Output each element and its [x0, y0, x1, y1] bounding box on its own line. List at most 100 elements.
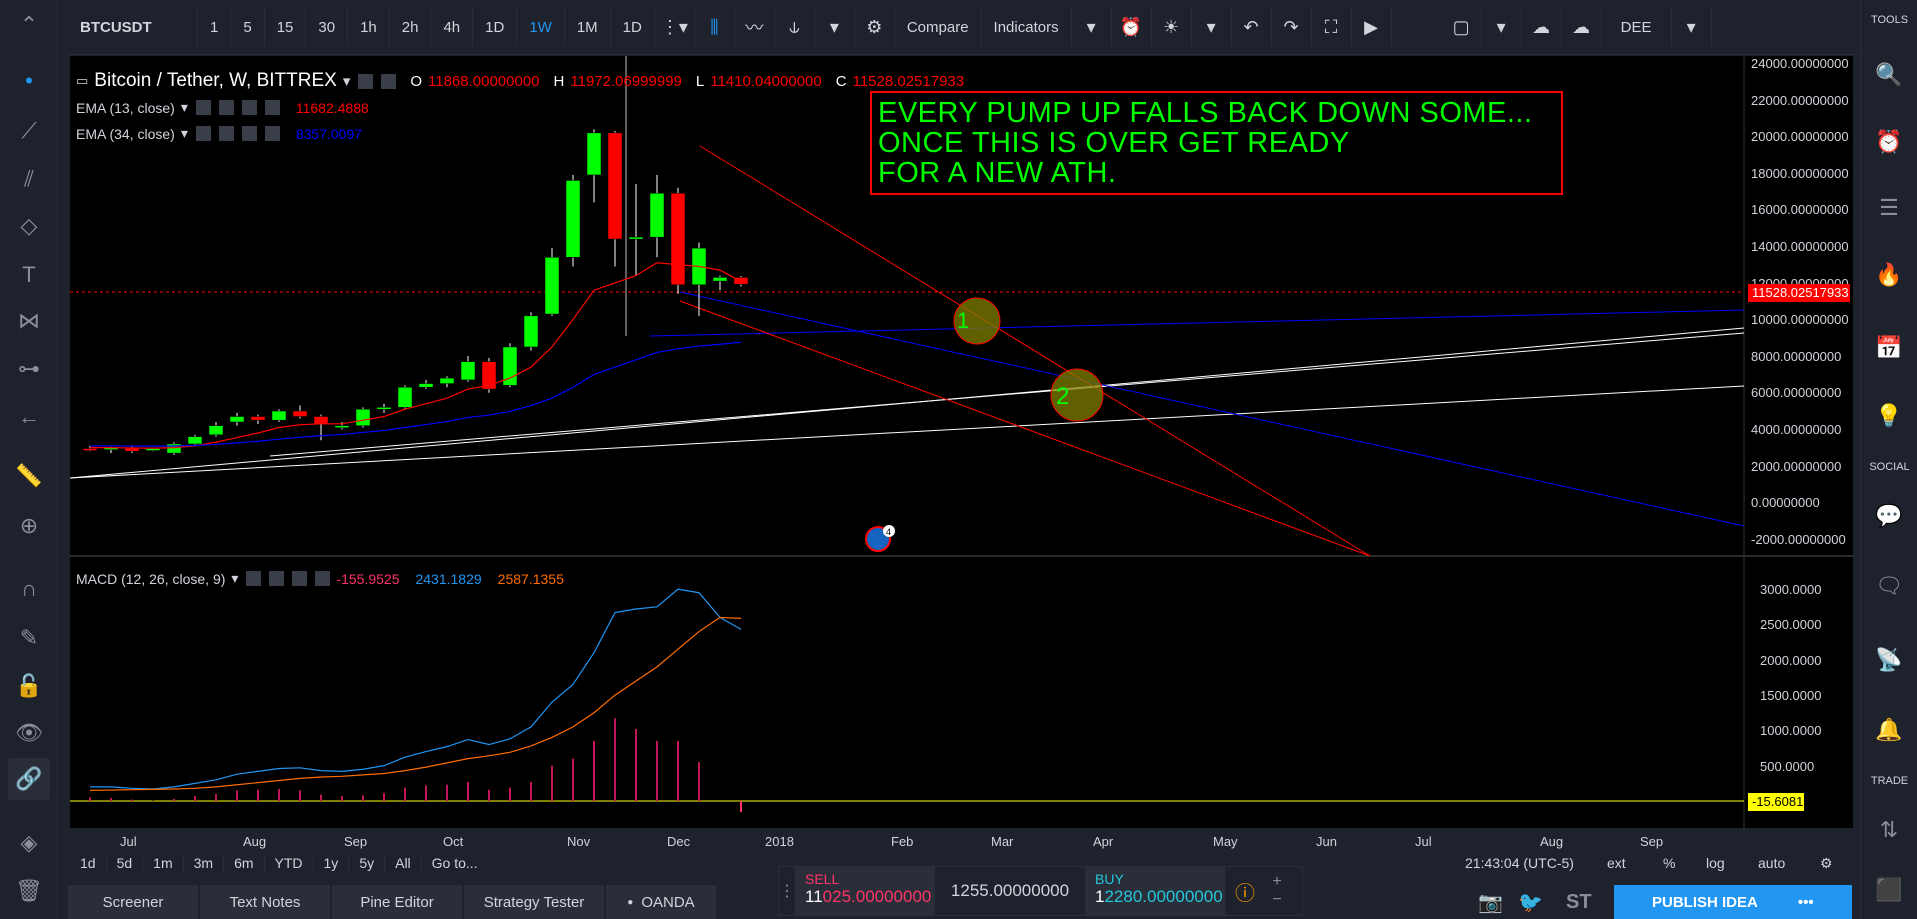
- magnet-icon[interactable]: ∩: [8, 568, 50, 610]
- interval-1[interactable]: 1: [198, 7, 232, 47]
- flame-icon[interactable]: 🔥: [1868, 255, 1910, 295]
- tab-screener[interactable]: Screener: [68, 885, 198, 919]
- info-icon[interactable]: ⓘ: [1225, 867, 1265, 915]
- eye-toggle-icon[interactable]: [195, 126, 211, 141]
- indicators-button[interactable]: Indicators: [982, 7, 1072, 47]
- range-all[interactable]: All: [385, 854, 422, 872]
- bar-style-icon[interactable]: ⫝: [775, 7, 815, 47]
- chevron-down-icon[interactable]: ▾: [815, 7, 855, 47]
- eye-toggle-icon[interactable]: [195, 100, 211, 115]
- add-icon[interactable]: [292, 571, 308, 586]
- stocktwits-icon[interactable]: ST: [1566, 891, 1592, 914]
- trendline-icon[interactable]: ⟋: [8, 110, 50, 152]
- range-5d[interactable]: 5d: [107, 854, 144, 872]
- tab-pine-editor[interactable]: Pine Editor: [332, 885, 462, 919]
- symbol-search[interactable]: BTCUSDT: [68, 7, 198, 47]
- ema13-label[interactable]: EMA (13, close): [76, 100, 175, 116]
- ruler-icon[interactable]: 📏: [8, 455, 50, 497]
- chart-type-icon[interactable]: 〰: [735, 7, 775, 47]
- settings-toggle-icon[interactable]: [269, 571, 285, 586]
- replay-icon[interactable]: ▶: [1352, 7, 1392, 47]
- redo-icon[interactable]: ↷: [1272, 7, 1312, 47]
- ellipse-icon[interactable]: ◇: [8, 205, 50, 247]
- pencil-lock-icon[interactable]: ✎: [8, 617, 50, 659]
- plus-icon[interactable]: +: [1272, 873, 1281, 891]
- close-icon[interactable]: [264, 126, 280, 141]
- pattern-icon[interactable]: ⋈: [8, 300, 50, 342]
- add-icon[interactable]: [241, 126, 257, 141]
- calendar-icon[interactable]: 📅: [1868, 328, 1910, 368]
- zoom-icon[interactable]: ⊕: [8, 505, 50, 547]
- minus-icon[interactable]: −: [1272, 891, 1281, 909]
- chevron-down-icon[interactable]: ▾: [1192, 7, 1232, 47]
- tab-oanda[interactable]: ● OANDA: [606, 885, 716, 919]
- bulb-icon[interactable]: ☀: [1152, 7, 1192, 47]
- layers-icon[interactable]: ◈: [8, 822, 50, 864]
- range-1m[interactable]: 1m: [143, 854, 184, 872]
- lightbulb-icon[interactable]: 💡: [1868, 396, 1910, 436]
- broker-icon[interactable]: ⬛: [1868, 870, 1910, 910]
- compare-button[interactable]: Compare: [895, 7, 982, 47]
- more-intervals-icon[interactable]: ⋮▾: [655, 7, 695, 47]
- text-annotation[interactable]: EVERY PUMP UP FALLS BACK DOWN SOME... ON…: [870, 91, 1563, 195]
- twitter-icon[interactable]: 🐦: [1518, 890, 1543, 915]
- tab-text-notes[interactable]: Text Notes: [200, 885, 330, 919]
- chevron-down-icon[interactable]: ▾: [1072, 7, 1112, 47]
- interval-1h[interactable]: 1h: [348, 7, 390, 47]
- eye-toggle-icon[interactable]: [358, 73, 374, 89]
- range-1d[interactable]: 1d: [70, 854, 107, 872]
- chevron-down-icon[interactable]: ▾: [343, 72, 351, 90]
- undo-icon[interactable]: ↶: [1232, 7, 1272, 47]
- fullscreen-icon[interactable]: ⛶: [1312, 7, 1352, 47]
- eye-toggle-icon[interactable]: [246, 571, 262, 586]
- settings-toggle-icon[interactable]: [381, 73, 397, 89]
- measure-icon[interactable]: ⊶: [8, 348, 50, 390]
- list-icon[interactable]: ☰: [1868, 188, 1910, 228]
- percent-toggle[interactable]: %: [1663, 852, 1675, 874]
- log-toggle[interactable]: log: [1706, 852, 1725, 874]
- auto-toggle[interactable]: auto: [1758, 852, 1785, 874]
- interval-15[interactable]: 15: [265, 7, 307, 47]
- range-ytd[interactable]: YTD: [265, 854, 314, 872]
- publish-idea-button[interactable]: PUBLISH IDEA •••: [1614, 885, 1852, 919]
- close-icon[interactable]: [264, 100, 280, 115]
- macd-label[interactable]: MACD (12, 26, close, 9): [76, 571, 225, 587]
- tab-strategy-tester[interactable]: Strategy Tester: [464, 885, 604, 919]
- interval-1d-alt[interactable]: 1D: [611, 7, 655, 47]
- more-icon[interactable]: •••: [1798, 894, 1814, 911]
- chat-icon[interactable]: 💬: [1868, 496, 1910, 536]
- chevron-down-icon[interactable]: ▾: [181, 125, 188, 142]
- clock[interactable]: 21:43:04 (UTC-5): [1465, 852, 1574, 874]
- goto-date[interactable]: Go to...: [422, 854, 488, 872]
- candles-icon[interactable]: ⫼: [695, 7, 735, 47]
- pitchfork-icon[interactable]: ⫽: [8, 158, 50, 200]
- settings-toggle-icon[interactable]: [218, 126, 234, 141]
- text-tool-icon[interactable]: T: [8, 254, 50, 296]
- collapse-legend-icon[interactable]: ▭: [76, 73, 88, 89]
- cloud-upload-icon[interactable]: ☁: [1562, 7, 1602, 47]
- interval-5[interactable]: 5: [231, 7, 265, 47]
- chevron-down-icon[interactable]: ▾: [1672, 7, 1712, 47]
- camera-icon[interactable]: 📷: [1478, 890, 1503, 915]
- trash-icon[interactable]: 🗑: [8, 870, 50, 912]
- range-3m[interactable]: 3m: [184, 854, 225, 872]
- add-icon[interactable]: [241, 100, 257, 115]
- sell-button[interactable]: SELL 11025.00000000: [795, 867, 935, 915]
- chevron-down-icon[interactable]: ▾: [181, 99, 188, 116]
- link-icon[interactable]: 🔗: [8, 758, 50, 800]
- chevron-down-icon[interactable]: ▾: [231, 570, 238, 587]
- dot-cursor-icon[interactable]: •: [8, 60, 50, 102]
- range-5y[interactable]: 5y: [349, 854, 386, 872]
- interval-30[interactable]: 30: [306, 7, 349, 47]
- interval-1m[interactable]: 1M: [565, 7, 611, 47]
- settings-toggle-icon[interactable]: [218, 100, 234, 115]
- ext-toggle[interactable]: ext: [1607, 852, 1626, 874]
- back-arrow-icon[interactable]: ←: [8, 396, 50, 438]
- collapse-icon[interactable]: ⌃: [8, 4, 50, 46]
- range-6m[interactable]: 6m: [224, 854, 265, 872]
- interval-1w[interactable]: 1W: [517, 7, 565, 47]
- close-icon[interactable]: [315, 571, 331, 586]
- symbol-title[interactable]: Bitcoin / Tether, W, BITTREX: [94, 70, 337, 92]
- search-icon[interactable]: 🔍: [1868, 55, 1910, 95]
- interval-4h[interactable]: 4h: [431, 7, 474, 47]
